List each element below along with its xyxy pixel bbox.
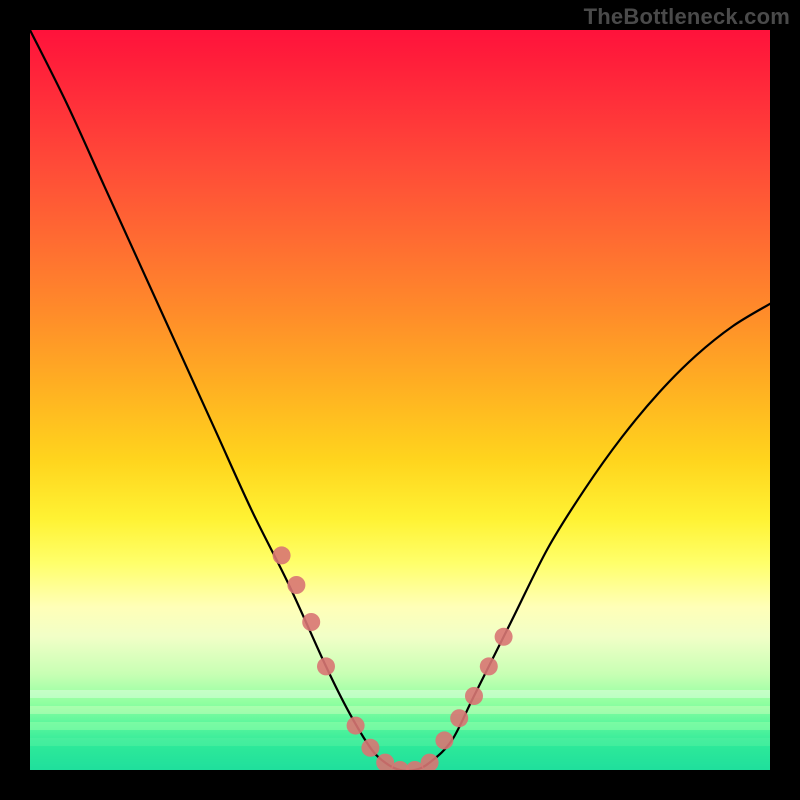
curve-markers — [273, 546, 513, 770]
marker-dot — [450, 709, 468, 727]
marker-dot — [347, 717, 365, 735]
marker-dot — [435, 731, 453, 749]
curve-path — [30, 30, 770, 770]
marker-dot — [480, 657, 498, 675]
marker-dot — [302, 613, 320, 631]
marker-dot — [273, 546, 291, 564]
chart-frame — [30, 30, 770, 770]
marker-dot — [287, 576, 305, 594]
marker-dot — [495, 628, 513, 646]
bottleneck-curve — [30, 30, 770, 770]
marker-dot — [317, 657, 335, 675]
marker-dot — [465, 687, 483, 705]
marker-dot — [361, 739, 379, 757]
watermark-text: TheBottleneck.com — [584, 4, 790, 30]
